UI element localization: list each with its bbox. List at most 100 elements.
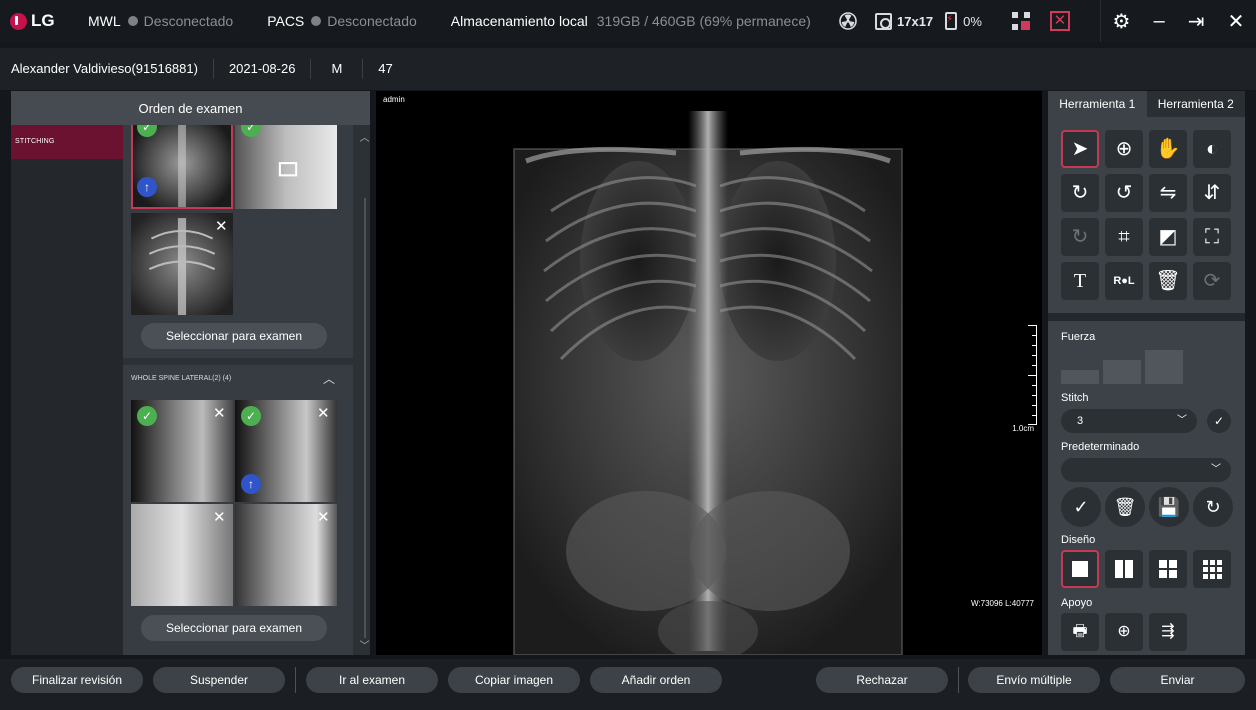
gear-icon[interactable]: ⚙: [1113, 9, 1131, 34]
confirm-check-icon[interactable]: ✓: [1061, 487, 1101, 527]
layout-1x2-icon[interactable]: [1105, 550, 1143, 588]
qr-icon[interactable]: [1011, 12, 1030, 30]
refresh-icon[interactable]: ↻: [1193, 487, 1233, 527]
image-viewer[interactable]: admin 1.0cm W:73096 L:40777: [376, 91, 1042, 655]
reset-icon[interactable]: ⟳: [1193, 262, 1231, 300]
tab-herramienta-1[interactable]: Herramienta 1: [1048, 91, 1147, 117]
chevron-down-icon: ﹀: [1211, 464, 1221, 475]
rotate-360-icon[interactable]: ↻: [1061, 218, 1099, 256]
radiation-icon[interactable]: [838, 11, 858, 31]
zoom-export-icon[interactable]: ⊕: [1105, 613, 1143, 651]
suspend-button[interactable]: Suspender: [153, 667, 285, 693]
scroll-track[interactable]: [364, 198, 366, 638]
select-for-exam-button[interactable]: Seleccionar para examen: [141, 323, 327, 349]
check-ok-icon: ✓: [241, 406, 261, 426]
thumbnail-image[interactable]: ↑: [131, 125, 233, 209]
detector-icon: [875, 12, 892, 30]
thumbnail-image[interactable]: [235, 125, 337, 209]
mwl-label: MWL: [88, 13, 121, 29]
minimize-icon[interactable]: –: [1154, 10, 1165, 33]
support-label: Apoyo: [1061, 597, 1093, 609]
patient-age: 47: [378, 61, 393, 76]
strength-selector[interactable]: [1061, 348, 1187, 384]
logo-text: LG: [31, 11, 55, 30]
divider: [295, 667, 296, 693]
reject-button[interactable]: Rechazar: [816, 667, 948, 693]
marker-rl-icon[interactable]: R●L: [1105, 262, 1143, 300]
remove-icon[interactable]: ✕: [213, 510, 226, 525]
group-title: WHOLE SPINE LATERAL(2) (4): [131, 375, 232, 382]
thumbnail-image[interactable]: ✓ ✕: [131, 400, 233, 502]
finalize-review-button[interactable]: Finalizar revisión: [11, 667, 143, 693]
tab-herramienta-2[interactable]: Herramienta 2: [1146, 91, 1245, 117]
thumbnail-image[interactable]: ✕: [235, 504, 337, 606]
thumbnail-image[interactable]: ✕: [131, 213, 233, 315]
lg-logo: LG: [10, 11, 72, 31]
preset-select[interactable]: ﹀: [1061, 458, 1231, 482]
close-box-icon[interactable]: ✕: [1049, 11, 1070, 31]
select-for-exam-button[interactable]: Seleccionar para examen: [141, 615, 327, 641]
layout-2x2-icon[interactable]: [1149, 550, 1187, 588]
divider: [958, 667, 959, 693]
remove-icon[interactable]: ✕: [317, 510, 330, 525]
printer-icon[interactable]: 🖶: [1061, 613, 1099, 651]
go-to-exam-button[interactable]: Ir al examen: [306, 667, 438, 693]
thumbnail-scrollbar[interactable]: ︿ ﹀: [359, 125, 370, 655]
window-level-icon[interactable]: ◐: [1193, 130, 1231, 168]
user-label: admin: [383, 95, 405, 104]
fit-screen-icon[interactable]: ⛶: [1193, 218, 1231, 256]
thumbnail-image[interactable]: ✕: [131, 504, 233, 606]
invert-icon[interactable]: ◩: [1149, 218, 1187, 256]
stitch-label: Stitch: [1061, 392, 1089, 404]
pointer-icon[interactable]: ➤: [1061, 130, 1099, 168]
send-button[interactable]: Enviar: [1110, 667, 1245, 693]
crop-icon[interactable]: ⌗: [1105, 218, 1143, 256]
usb-icon[interactable]: ⇶: [1149, 613, 1187, 651]
detector-status[interactable]: 17x17: [875, 12, 933, 30]
collapse-chevron-icon[interactable]: ︿: [323, 370, 335, 387]
scroll-down-icon[interactable]: ﹀: [359, 637, 370, 652]
thumbnail-image[interactable]: ✓ ✕ ↑: [235, 400, 337, 502]
flip-horizontal-icon[interactable]: ⇋: [1149, 174, 1187, 212]
layout-1x1-icon[interactable]: [1061, 550, 1099, 588]
exam-date: 2021-08-26: [214, 59, 312, 79]
battery-icon: [945, 12, 958, 30]
add-order-button[interactable]: Añadir orden: [590, 667, 722, 693]
remove-icon[interactable]: ✕: [317, 406, 330, 421]
logout-icon[interactable]: ⇥: [1188, 9, 1205, 34]
copy-image-button[interactable]: Copiar imagen: [448, 667, 580, 693]
panel-title: Orden de examen: [11, 91, 370, 125]
flip-vertical-icon[interactable]: ⇵: [1193, 174, 1231, 212]
scroll-up-icon[interactable]: ︿: [359, 129, 370, 144]
patient-sex: M: [311, 59, 364, 79]
delete-preset-trash-icon[interactable]: 🗑: [1105, 487, 1145, 527]
pan-hand-icon[interactable]: ✋: [1149, 130, 1187, 168]
fuerza-label: Fuerza: [1061, 331, 1096, 343]
remove-icon[interactable]: ✕: [213, 406, 226, 421]
mwl-status-dot-icon: [127, 16, 138, 26]
multi-send-button[interactable]: Envío múltiple: [968, 667, 1100, 693]
design-label: Diseño: [1061, 534, 1096, 546]
stitch-apply-check-icon[interactable]: ✓: [1207, 409, 1231, 433]
rotate-ccw-icon[interactable]: ↺: [1105, 174, 1143, 212]
thumbnail-group: ↑ ✓ ✓ ✕ Seleccionar para examen: [123, 125, 353, 358]
mwl-state: Desconectado: [143, 13, 234, 29]
rotate-cw-icon[interactable]: ↻: [1061, 174, 1099, 212]
stitch-properties: Fuerza Stitch 3 ﹀ ✓ Predeterminado ﹀ ✓ 🗑…: [1048, 321, 1245, 655]
stitch-select[interactable]: 3 ﹀: [1061, 409, 1197, 433]
check-ok-icon: ✓: [137, 406, 157, 426]
save-disk-icon[interactable]: 💾: [1149, 487, 1189, 527]
zoom-icon[interactable]: ⊕: [1105, 130, 1143, 168]
tool-tabs: Herramienta 1 Herramienta 2: [1048, 91, 1245, 117]
remove-icon[interactable]: ✕: [215, 219, 228, 234]
trash-icon[interactable]: 🗑: [1149, 262, 1187, 300]
order-item-stitching[interactable]: STITCHING: [11, 125, 123, 159]
tools-panel: Herramienta 1 Herramienta 2 ➤ ⊕ ✋ ◐ ↻ ↺ …: [1048, 91, 1245, 655]
storage-value: 319GB / 460GB (69% permanece): [596, 13, 811, 29]
window-level-readout: W:73096 L:40777: [970, 599, 1034, 608]
close-icon[interactable]: ✕: [1228, 9, 1245, 34]
scale-label: 1.0cm: [1012, 424, 1034, 433]
text-icon[interactable]: T: [1061, 262, 1099, 300]
layout-3x3-icon[interactable]: [1193, 550, 1231, 588]
top-bar: LG MWL Desconectado PACS Desconectado Al…: [0, 0, 1256, 42]
